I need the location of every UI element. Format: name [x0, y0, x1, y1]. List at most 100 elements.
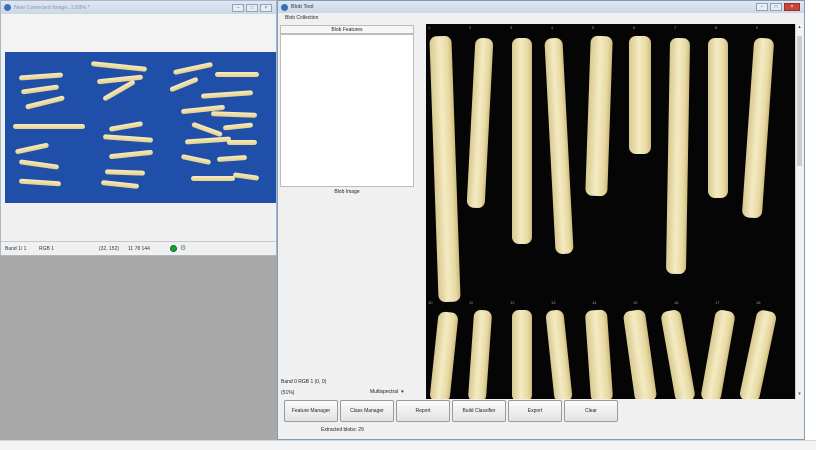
fry-blob [20, 84, 60, 95]
class-manager-button[interactable]: Class Manager [340, 400, 394, 422]
app-icon [281, 3, 288, 11]
blob-thumbnail[interactable] [467, 309, 493, 399]
blob-thumbnail[interactable] [584, 309, 614, 399]
fry-blob [227, 140, 257, 145]
fry-blob [14, 142, 50, 155]
close-button[interactable]: × [260, 3, 272, 12]
corrected-image-title: New Corrected Image, 1:58% * [14, 4, 90, 11]
blob-number-label: 10 [428, 300, 433, 305]
fry-blob [18, 159, 60, 170]
blob-number-label: 18 [756, 300, 761, 305]
scroll-down-icon[interactable]: ▾ [796, 391, 803, 399]
chevron-down-icon: ▾ [401, 389, 404, 395]
blob-number-label: 17 [715, 300, 720, 305]
status-pixel-value: 11 78 144 [128, 245, 150, 252]
blob-number-label: 7 [674, 25, 677, 30]
fry-blob [108, 149, 154, 160]
clear-button[interactable]: Clear [564, 400, 618, 422]
close-button[interactable]: × [784, 3, 800, 11]
minimize-button[interactable]: – [232, 3, 244, 12]
build-classifier-button[interactable]: Build Classifier [452, 400, 506, 422]
blob-number-label: 6 [633, 25, 636, 30]
workspace-background [0, 256, 277, 440]
blob-gallery-scrollbar[interactable]: ▴ ▾ [795, 24, 803, 399]
fry-blob [191, 176, 235, 181]
fry-blob [24, 95, 66, 110]
maximize-button[interactable]: □ [246, 3, 258, 12]
settings-icon[interactable]: ⚙ [180, 245, 187, 252]
maximize-button[interactable]: □ [770, 3, 782, 11]
blob-thumbnail[interactable] [585, 35, 613, 197]
blob-thumbnail[interactable] [545, 309, 573, 399]
blob-band-info: Band 0 RGB 1 (0, 0) [281, 379, 327, 385]
blob-gallery[interactable]: 1 2 3 4 5 6 7 8 9 10 11 12 13 14 15 16 17 18 [426, 24, 795, 399]
blob-thumbnail[interactable] [544, 37, 574, 255]
desktop: New Corrected Image, 1:58% * – □ × Band … [0, 0, 816, 450]
blob-number-label: 8 [715, 25, 718, 30]
blob-thumbnail[interactable] [512, 310, 532, 399]
fry-blob [13, 124, 85, 129]
blob-features-header[interactable]: Blob Features [280, 25, 414, 34]
blob-thumbnail[interactable] [466, 37, 494, 209]
fry-blob [232, 172, 260, 181]
blob-number-label: 3 [510, 25, 513, 30]
fry-blob [18, 72, 64, 81]
blob-number-label: 16 [674, 300, 679, 305]
blob-thumbnail[interactable] [741, 37, 775, 219]
image-toolbar-area [1, 14, 276, 51]
blob-thumbnail[interactable] [512, 38, 532, 244]
blob-number-label: 11 [469, 300, 474, 305]
blob-image-label: Blob Image [334, 189, 360, 195]
blob-thumbnail[interactable] [660, 308, 696, 399]
blob-thumbnail[interactable] [622, 308, 658, 399]
blob-number-label: 15 [633, 300, 638, 305]
mode-dropdown[interactable]: Multispectral ▾ [370, 389, 404, 395]
blob-number-label: 1 [428, 25, 431, 30]
app-icon [4, 4, 11, 11]
fry-blob [222, 122, 254, 131]
report-button[interactable]: Report [396, 400, 450, 422]
blob-thumbnail[interactable] [708, 38, 728, 198]
fry-blob [96, 74, 144, 85]
fry-blob [104, 169, 146, 176]
fry-blob [90, 61, 148, 72]
status-ok-icon [170, 245, 177, 252]
fries-image-canvas[interactable] [5, 52, 276, 203]
fry-blob [215, 72, 259, 77]
blob-tool-titlebar[interactable]: Blob Tool – □ × [278, 1, 804, 13]
fry-blob [184, 136, 232, 145]
fry-blob [108, 121, 144, 132]
blob-number-label: 4 [551, 25, 554, 30]
fry-blob [172, 61, 214, 76]
blob-tool-window: Blob Tool – □ × Blob Collection Blob Fea… [277, 0, 805, 440]
blob-number-label: 14 [592, 300, 597, 305]
minimize-button[interactable]: – [756, 3, 768, 11]
blob-thumbnail[interactable] [665, 37, 691, 275]
status-band: Band 1/ 1 [5, 245, 27, 252]
blob-features-list[interactable] [280, 34, 414, 187]
blob-number-label: 12 [510, 300, 515, 305]
fry-blob [102, 134, 154, 143]
blob-action-buttons: Feature Manager Class Manager Report Bui… [284, 400, 618, 422]
scrollbar-thumb[interactable] [797, 36, 802, 166]
blob-thumbnail[interactable] [429, 311, 459, 399]
blob-number-label: 2 [469, 25, 472, 30]
blob-number-label: 9 [756, 25, 759, 30]
scroll-up-icon[interactable]: ▴ [796, 24, 803, 32]
corrected-image-window: New Corrected Image, 1:58% * – □ × Band … [0, 0, 277, 256]
fry-blob [18, 178, 62, 187]
blob-thumbnail[interactable] [700, 308, 736, 399]
blob-thumbnail[interactable] [429, 35, 461, 303]
blob-thumbnail[interactable] [738, 308, 778, 399]
fry-blob [169, 76, 199, 93]
taskbar-strip [0, 440, 816, 450]
blob-thumbnail[interactable] [629, 36, 651, 154]
image-status-bar: Band 1/ 1 RGB 1 (32, 152) 11 78 144 ⚙ [1, 241, 276, 255]
export-button[interactable]: Export [508, 400, 562, 422]
feature-manager-button[interactable]: Feature Manager [284, 400, 338, 422]
fry-blob [180, 153, 212, 166]
blob-tool-title: Blob Tool [291, 4, 314, 10]
fry-blob [191, 121, 223, 138]
corrected-image-titlebar[interactable]: New Corrected Image, 1:58% * – □ × [1, 1, 276, 14]
status-rgb: RGB 1 [39, 245, 55, 252]
